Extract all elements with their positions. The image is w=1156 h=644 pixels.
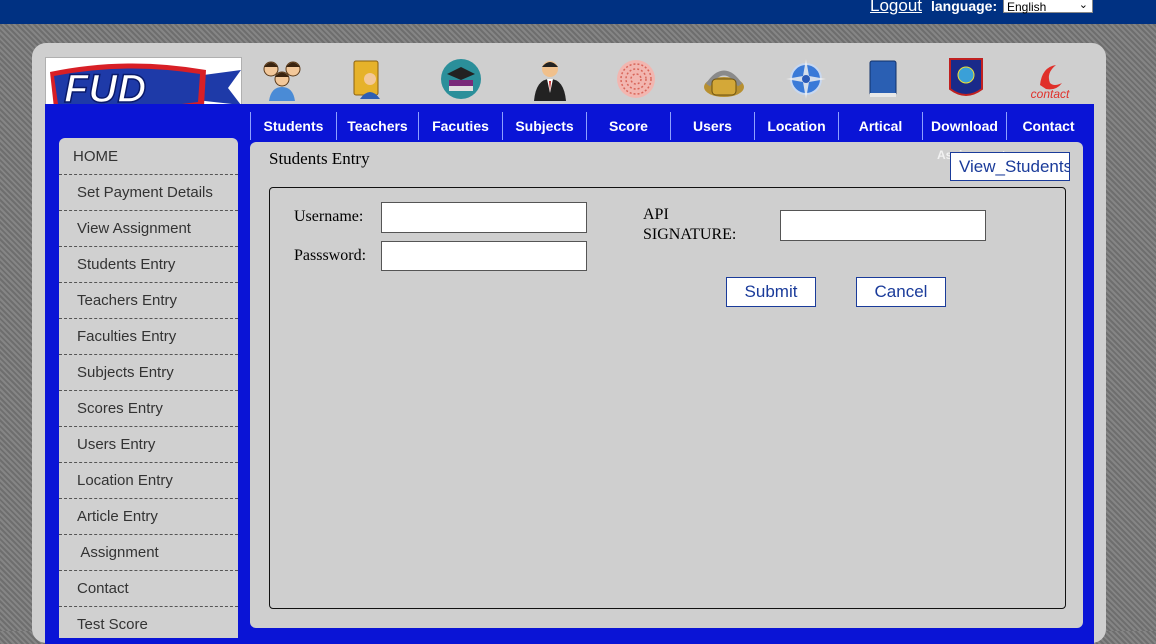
sidebar-item-scores-entry[interactable]: Scores Entry (59, 391, 238, 427)
location-icon[interactable] (776, 56, 836, 102)
api-label-line1: API (643, 206, 669, 223)
nav-article[interactable]: Artical (838, 112, 922, 140)
contact-icon-text: contact (1031, 87, 1070, 101)
api-signature-input[interactable] (780, 210, 986, 241)
sidebar-item-students-entry[interactable]: Students Entry (59, 247, 238, 283)
page-title: Students Entry (269, 149, 370, 168)
chevron-down-icon: ⌄ (1078, 0, 1088, 11)
nav-teachers[interactable]: Teachers (336, 112, 418, 140)
nav-bar: Students Teachers Facuties Subjects Scor… (250, 112, 1092, 140)
sidebar-item-article-entry[interactable]: Article Entry (59, 499, 238, 535)
sidebar-item-subjects-entry[interactable]: Subjects Entry (59, 355, 238, 391)
faculties-icon[interactable] (431, 56, 491, 102)
nav-users[interactable]: Users (670, 112, 754, 140)
teachers-icon[interactable] (338, 56, 398, 102)
logout-link[interactable]: Logout (870, 0, 922, 16)
username-label: Username: (294, 208, 364, 225)
language-select-value: English (1007, 0, 1047, 14)
api-label-line2: SIGNATURE: (643, 226, 737, 243)
sidebar-item-home[interactable]: HOME (59, 139, 238, 175)
nav-contact[interactable]: Contact (1006, 112, 1090, 140)
nav-download[interactable]: Download (922, 112, 1006, 140)
nav-score[interactable]: Score (586, 112, 670, 140)
nav-location[interactable]: Location (754, 112, 838, 140)
cancel-button[interactable]: Cancel (856, 277, 946, 307)
nav-students[interactable]: Students (250, 112, 336, 140)
sidebar-item-test-score[interactable]: Test Score (59, 607, 238, 643)
language-select[interactable]: English ⌄ (1003, 0, 1093, 14)
password-label: Passsword: (294, 247, 367, 264)
users-icon[interactable] (694, 56, 754, 102)
contact-icon[interactable]: contact (1020, 56, 1080, 102)
view-students-button[interactable]: View_Students (950, 152, 1070, 181)
sidebar-item-faculties-entry[interactable]: Faculties Entry (59, 319, 238, 355)
score-icon[interactable] (606, 56, 666, 102)
password-input[interactable] (381, 241, 587, 271)
download-icon[interactable] (936, 56, 996, 102)
sidebar-item-assignment[interactable]: Assignment (59, 535, 238, 571)
submit-button[interactable]: Submit (726, 277, 816, 307)
sidebar-item-users-entry[interactable]: Users Entry (59, 427, 238, 463)
students-icon[interactable] (252, 56, 312, 102)
username-input[interactable] (381, 202, 587, 233)
top-bar: Logout language: English ⌄ (0, 0, 1156, 24)
nav-subjects[interactable]: Subjects (502, 112, 586, 140)
sidebar-item-set-payment-details[interactable]: Set Payment Details (59, 175, 238, 211)
icon-row: contact (250, 56, 1094, 102)
sidebar-item-view-assignment[interactable]: View Assignment (59, 211, 238, 247)
sidebar-item-contact[interactable]: Contact (59, 571, 238, 607)
sidebar: HOME Set Payment Details View Assignment… (59, 138, 238, 638)
article-icon[interactable] (852, 56, 912, 102)
language-label: language: (931, 0, 998, 14)
sidebar-item-teachers-entry[interactable]: Teachers Entry (59, 283, 238, 319)
subjects-icon[interactable] (520, 56, 580, 102)
sidebar-item-location-entry[interactable]: Location Entry (59, 463, 238, 499)
nav-faculties[interactable]: Facuties (418, 112, 502, 140)
